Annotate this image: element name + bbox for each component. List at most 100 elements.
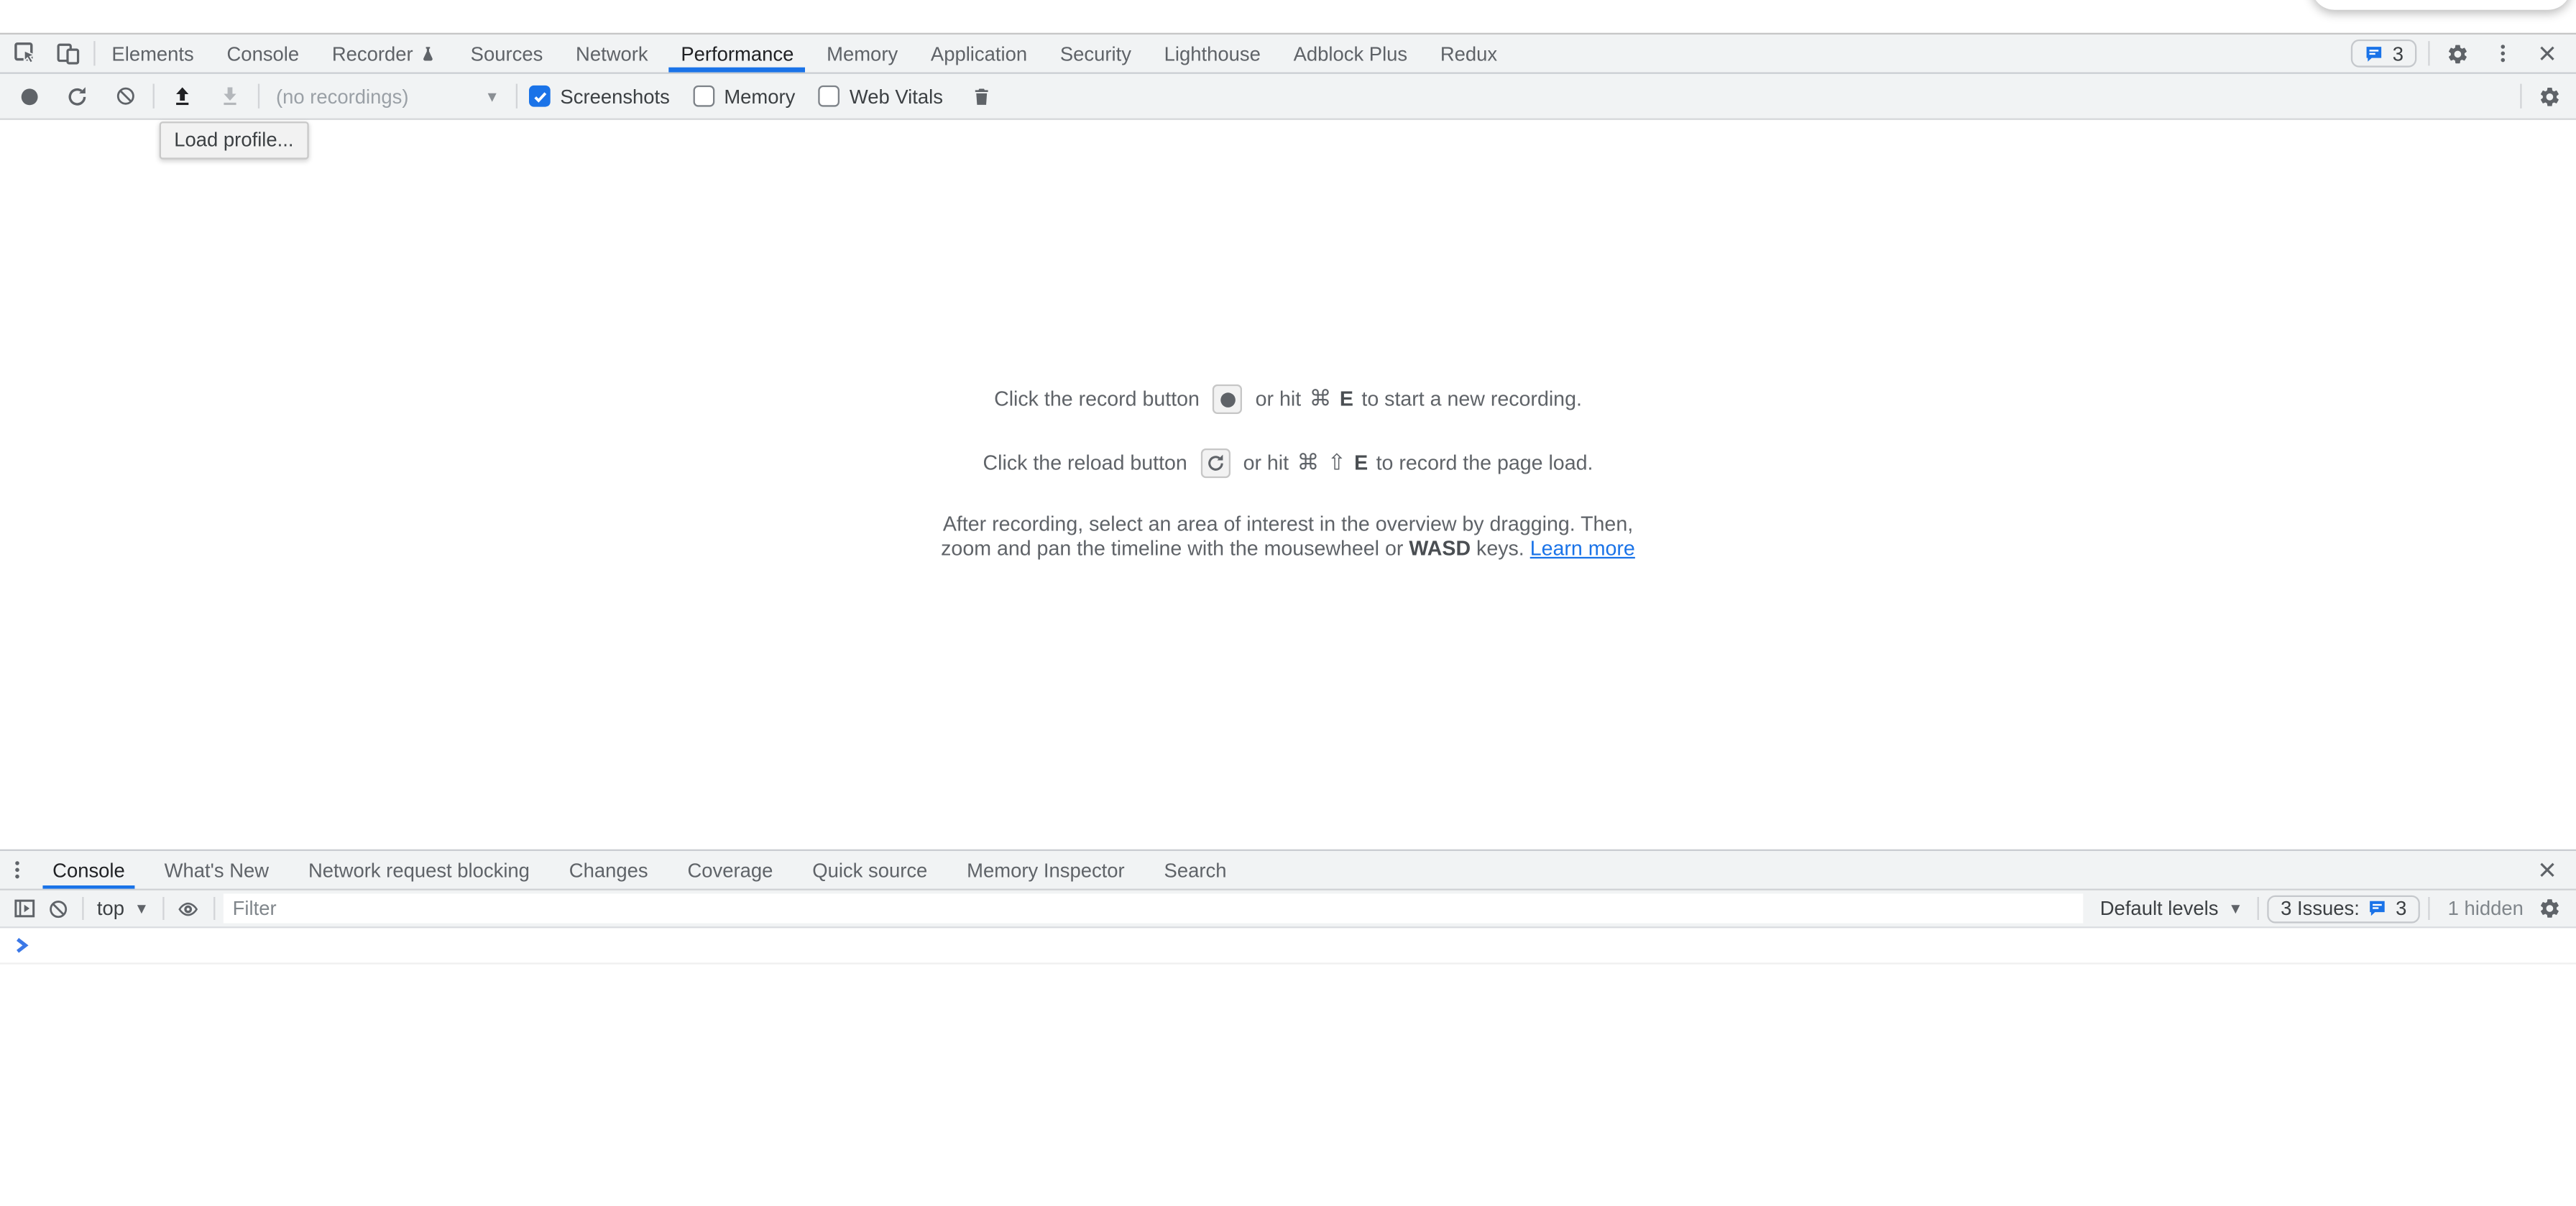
console-prompt-row[interactable] — [0, 929, 2576, 965]
divider — [162, 897, 163, 920]
divider — [153, 84, 155, 109]
key-e: E — [1340, 388, 1353, 411]
drawer-tab-changes[interactable]: Changes — [549, 851, 668, 889]
record-circle-icon — [22, 88, 38, 104]
tab-console[interactable]: Console — [211, 34, 316, 73]
learn-more-link[interactable]: Learn more — [1530, 538, 1635, 561]
console-messages-area[interactable] — [0, 929, 2576, 1206]
drawer-tab-memory-inspector[interactable]: Memory Inspector — [947, 851, 1144, 889]
performance-instructions: Click the record button or hit ⌘ E to st… — [941, 385, 1635, 562]
issues-bubble-icon — [2365, 44, 2384, 63]
drawer-tab-coverage[interactable]: Coverage — [668, 851, 793, 889]
command-key-glyph: ⌘ — [1297, 450, 1320, 477]
settings-gear-icon[interactable] — [2442, 37, 2475, 70]
trash-icon[interactable] — [966, 80, 999, 113]
clear-console-icon[interactable] — [41, 892, 74, 925]
divider — [2428, 897, 2429, 920]
tab-application[interactable]: Application — [914, 34, 1044, 73]
drawer: Console What's New Network request block… — [0, 850, 2576, 1206]
chevron-down-icon: ▼ — [134, 901, 149, 917]
chevron-down-icon: ▼ — [484, 88, 499, 104]
devtools-main-tabbar: Elements Console Recorder Sources Networ… — [0, 34, 2576, 74]
checkbox-unchecked-icon — [693, 86, 714, 107]
console-sidebar-icon[interactable] — [8, 892, 41, 925]
record-instruction-row: Click the record button or hit ⌘ E to st… — [941, 385, 1635, 414]
key-e: E — [1354, 452, 1368, 475]
tab-elements[interactable]: Elements — [96, 34, 211, 73]
drawer-tab-search[interactable]: Search — [1144, 851, 1246, 889]
drawer-tab-network-request-blocking[interactable]: Network request blocking — [289, 851, 550, 889]
wasd-keys: WASD — [1409, 538, 1471, 561]
divider — [2258, 897, 2259, 920]
tab-recorder[interactable]: Recorder — [316, 34, 454, 73]
console-prompt-chevron-icon — [13, 936, 31, 954]
issues-count: 3 — [2396, 897, 2406, 920]
load-profile-tooltip: Load profile... — [160, 121, 308, 160]
inline-reload-button[interactable] — [1200, 448, 1230, 478]
inline-record-button[interactable] — [1213, 385, 1242, 414]
tab-lighthouse[interactable]: Lighthouse — [1148, 34, 1277, 73]
load-profile-icon[interactable] — [166, 80, 199, 113]
recordings-select[interactable]: (no recordings) ▼ — [271, 81, 505, 111]
inspect-element-icon[interactable] — [8, 37, 41, 70]
save-profile-icon[interactable] — [213, 80, 247, 113]
issues-counter-button[interactable]: 3 — [2352, 40, 2417, 68]
tab-redux[interactable]: Redux — [1424, 34, 1514, 73]
kebab-menu-icon[interactable] — [2485, 37, 2518, 70]
reload-instruction-row: Click the reload button or hit ⌘ ⇧ E to … — [941, 448, 1635, 478]
javascript-context-select[interactable]: top ▼ — [92, 897, 154, 920]
panel-tabs: Elements Console Recorder Sources Networ… — [96, 34, 1514, 73]
capture-settings-gear-icon[interactable] — [2534, 80, 2567, 113]
divider — [82, 897, 83, 920]
drawer-close-icon[interactable] — [2530, 854, 2563, 887]
record-circle-icon — [1220, 392, 1236, 407]
tabbar-right-controls: 3 — [2352, 34, 2576, 73]
record-button[interactable] — [13, 80, 46, 113]
shift-key-glyph: ⇧ — [1328, 450, 1346, 477]
chevron-down-icon: ▼ — [2228, 901, 2242, 917]
checkbox-checked-icon — [529, 86, 551, 107]
memory-checkbox[interactable]: Memory — [693, 85, 796, 108]
divider — [516, 84, 518, 109]
drawer-kebab-menu-icon[interactable] — [0, 851, 33, 889]
reload-and-profile-button[interactable] — [61, 80, 94, 113]
tab-adblock-plus[interactable]: Adblock Plus — [1277, 34, 1424, 73]
tab-network[interactable]: Network — [559, 34, 664, 73]
tab-sources[interactable]: Sources — [454, 34, 559, 73]
tab-memory[interactable]: Memory — [810, 34, 914, 73]
page-top-strip — [0, 0, 2576, 34]
performance-toolbar: (no recordings) ▼ Screenshots Memory Web… — [0, 74, 2576, 120]
console-toolbar: top ▼ Default levels ▼ 3 Issues: 3 1 hid… — [0, 890, 2576, 929]
web-vitals-checkbox[interactable]: Web Vitals — [818, 85, 943, 108]
divider — [2428, 41, 2429, 65]
drawer-tab-console[interactable]: Console — [33, 851, 145, 889]
device-toolbar-icon[interactable] — [51, 37, 84, 70]
browser-popup-edge — [2312, 0, 2571, 10]
divider — [258, 84, 259, 109]
drawer-tab-whats-new[interactable]: What's New — [144, 851, 288, 889]
drawer-tab-quick-source[interactable]: Quick source — [793, 851, 947, 889]
drawer-close-area — [2517, 851, 2576, 889]
live-expression-eye-icon[interactable] — [172, 892, 205, 925]
log-levels-select[interactable]: Default levels ▼ — [2094, 897, 2250, 920]
divider — [2520, 84, 2521, 109]
tab-security[interactable]: Security — [1044, 34, 1148, 73]
after-recording-paragraph: After recording, select an area of inter… — [941, 512, 1635, 562]
screenshots-checkbox[interactable]: Screenshots — [529, 85, 670, 108]
tab-performance[interactable]: Performance — [665, 34, 811, 73]
hidden-messages-label: 1 hidden — [2448, 897, 2524, 920]
checkbox-unchecked-icon — [818, 86, 840, 107]
console-filter-input[interactable] — [223, 894, 2084, 924]
tabbar-left-icons — [0, 34, 93, 73]
console-issues-button[interactable]: 3 Issues: 3 — [2268, 895, 2420, 923]
clear-icon[interactable] — [109, 80, 142, 113]
flask-icon — [420, 44, 438, 63]
recordings-select-value: (no recordings) — [276, 85, 408, 108]
divider — [213, 897, 214, 920]
devtools-window: Elements Console Recorder Sources Networ… — [0, 0, 2576, 1206]
close-devtools-icon[interactable] — [2530, 37, 2563, 70]
drawer-tabbar: Console What's New Network request block… — [0, 851, 2576, 890]
console-settings-gear-icon[interactable] — [2534, 892, 2567, 925]
issues-count: 3 — [2393, 42, 2404, 65]
performance-panel: Click the record button or hit ⌘ E to st… — [0, 120, 2576, 850]
